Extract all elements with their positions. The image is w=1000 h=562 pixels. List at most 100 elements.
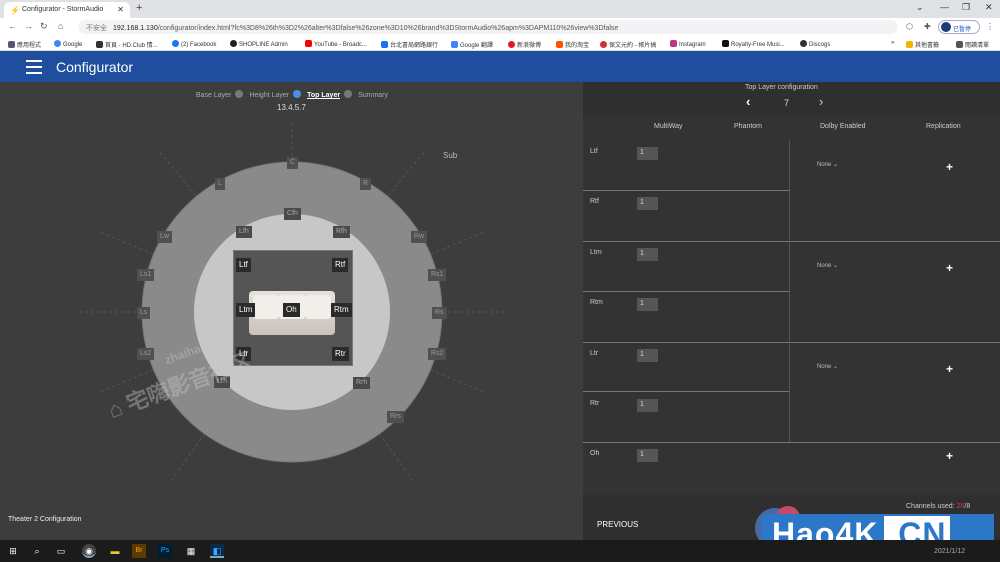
new-tab-button[interactable]: + xyxy=(136,2,142,14)
dolby-select-middle[interactable]: None ⌄ xyxy=(817,262,838,269)
url-host: 192.168.1.130 xyxy=(112,25,158,32)
bookmarks-overflow[interactable]: » xyxy=(891,40,894,46)
app-icon[interactable]: ◧ xyxy=(210,544,224,558)
channels-used: Channels used: 26/8 xyxy=(906,503,971,510)
windows-start-icon[interactable]: ⊞ xyxy=(6,544,20,558)
bookmark-bank[interactable]: 台北書局網路銀行 xyxy=(381,40,438,49)
config-prev-icon[interactable]: ‹ xyxy=(746,94,750,109)
speaker-rs1[interactable]: Rs1 xyxy=(428,269,447,281)
layer-top[interactable]: Top Layer xyxy=(307,92,340,99)
bridge-icon[interactable]: Br xyxy=(132,544,146,558)
speaker-rw[interactable]: Rw xyxy=(411,231,428,243)
bookmark-weibo[interactable]: 新浪微博 xyxy=(508,40,541,49)
task-view-icon[interactable]: ▭ xyxy=(54,544,68,558)
bookmark-reading-list[interactable]: 閱讀清單 xyxy=(956,40,989,49)
menu-kebab-icon[interactable]: ⋮ xyxy=(986,22,994,31)
media-icon[interactable]: ▦ xyxy=(184,544,198,558)
windows-taskbar: ⊞ ⌕ ▭ ◉ ▬ Br Ps ▦ ◧ 2021/1/12 xyxy=(0,540,1000,562)
home-icon[interactable]: ⌂ xyxy=(58,21,63,31)
taskbar-clock: 2021/1/12 xyxy=(934,548,966,555)
speaker-rtr[interactable]: Rtr xyxy=(332,347,349,361)
bookmark-hdclub[interactable]: 首頁 - HD.Club 情... xyxy=(96,40,158,49)
minimize-button[interactable]: — xyxy=(940,2,949,12)
reload-icon[interactable]: ↻ xyxy=(40,21,48,32)
bookmark-other[interactable]: 其他書籤 xyxy=(906,40,939,49)
profile-button[interactable]: 已暫停 xyxy=(938,20,980,34)
speaker-ltf[interactable]: Ltf xyxy=(236,258,251,272)
tab-close-icon[interactable]: ✕ xyxy=(117,5,124,14)
speaker-ls[interactable]: Ls xyxy=(137,307,151,319)
speaker-sub[interactable]: Sub xyxy=(440,150,460,162)
previous-button[interactable]: PREVIOUS xyxy=(597,520,638,529)
layer-summary[interactable]: Summary xyxy=(358,92,388,99)
speaker-rs2[interactable]: Rs2 xyxy=(428,348,447,360)
layer-navigation: Base Layer Height Layer Top Layer Summary xyxy=(196,90,388,99)
speaker-lw[interactable]: Lw xyxy=(157,231,172,243)
bookmark-google[interactable]: Google xyxy=(54,40,82,48)
row-rtr-input[interactable]: 1 xyxy=(637,399,658,412)
row-rtf-input[interactable]: 1 xyxy=(637,197,658,210)
speaker-ls2[interactable]: Ls2 xyxy=(137,348,155,360)
bookmark-apps[interactable]: 應用程式 xyxy=(8,40,41,49)
replication-add-rear-button[interactable]: + xyxy=(946,362,953,376)
speaker-rtm[interactable]: Rtm xyxy=(331,303,352,317)
hamburger-menu-icon[interactable] xyxy=(26,60,42,74)
search-icon[interactable]: ⌕ xyxy=(30,544,44,558)
bookmark-discogs[interactable]: Discogs xyxy=(800,40,830,48)
bookmark-video[interactable]: 保文元約 - 帳片搞 xyxy=(600,40,656,49)
speaker-cfh[interactable]: Cfh xyxy=(284,208,301,220)
speaker-lfh[interactable]: Lfh xyxy=(236,226,252,238)
replication-add-front-button[interactable]: + xyxy=(946,160,953,174)
row-ltr-input[interactable]: 1 xyxy=(637,349,658,362)
url-input[interactable]: 不安全 192.168.1.130/configurator/index.htm… xyxy=(78,20,898,34)
close-window-button[interactable]: ✕ xyxy=(985,2,993,13)
config-title: Top Layer configuration xyxy=(745,84,818,91)
speaker-r[interactable]: R xyxy=(360,178,372,190)
speaker-rrh[interactable]: Rrh xyxy=(353,377,371,389)
photoshop-icon[interactable]: Ps xyxy=(158,544,172,558)
avatar xyxy=(941,22,951,32)
forward-icon[interactable]: → xyxy=(24,21,33,31)
layer-top-dot[interactable] xyxy=(344,90,353,98)
bookmark-translate[interactable]: Google 翻譯 xyxy=(451,40,493,49)
speaker-ltm[interactable]: Ltm xyxy=(236,303,256,317)
maximize-button[interactable]: ❐ xyxy=(962,2,970,13)
bookmark-royalty-free[interactable]: Royalty-Free Musi... xyxy=(722,40,785,48)
dolby-select-rear[interactable]: None ⌄ xyxy=(817,363,838,370)
row-ltm-input[interactable]: 1 xyxy=(637,248,658,261)
tab-search-icon[interactable]: ⌄ xyxy=(916,2,924,13)
speaker-l[interactable]: L xyxy=(215,178,225,190)
row-ltf-input[interactable]: 1 xyxy=(637,147,658,160)
chrome-icon[interactable]: ◉ xyxy=(82,544,96,558)
extension-icon[interactable]: ⬡ xyxy=(906,22,913,31)
speaker-rfh[interactable]: Rfh xyxy=(333,226,350,238)
speaker-oh[interactable]: Oh xyxy=(283,303,300,317)
layer-height-dot[interactable] xyxy=(293,90,302,98)
browser-tab[interactable]: ⚡ Configurator - StormAudio ✕ xyxy=(4,2,130,18)
config-next-icon[interactable]: › xyxy=(819,94,823,109)
speaker-rs[interactable]: Rs xyxy=(432,307,447,319)
puzzle-icon[interactable]: ✚ xyxy=(924,22,931,31)
replication-add-oh-button[interactable]: + xyxy=(946,449,953,463)
layer-height[interactable]: Height Layer xyxy=(249,92,289,99)
layer-base-dot[interactable] xyxy=(235,90,244,98)
row-rtr-label: Rtr xyxy=(590,400,600,407)
back-icon[interactable]: ← xyxy=(8,21,17,31)
bookmark-youtube[interactable]: YouTube - Broadc... xyxy=(305,40,367,48)
layer-base[interactable]: Base Layer xyxy=(196,92,231,99)
replication-add-middle-button[interactable]: + xyxy=(946,261,953,275)
bookmark-taobao[interactable]: 我的淘宝 xyxy=(556,40,589,49)
speaker-rtf[interactable]: Rtf xyxy=(332,258,349,272)
row-oh-input[interactable]: 1 xyxy=(637,449,658,462)
speaker-ls1[interactable]: Ls1 xyxy=(137,269,155,281)
bookmark-facebook[interactable]: (2) Facebook xyxy=(172,40,216,48)
file-explorer-icon[interactable]: ▬ xyxy=(108,544,122,558)
dolby-select-front[interactable]: None ⌄ xyxy=(817,161,838,168)
version-label: 13.4.5.7 xyxy=(277,103,306,112)
bookmarks-bar: 應用程式 Google 首頁 - HD.Club 情... (2) Facebo… xyxy=(0,36,1000,51)
speaker-rrs[interactable]: Rrs xyxy=(387,411,404,423)
bookmark-instagram[interactable]: Instagram xyxy=(670,40,706,48)
row-rtm-input[interactable]: 1 xyxy=(637,298,658,311)
speaker-c[interactable]: C xyxy=(287,157,299,169)
bookmark-shopline[interactable]: SHOPLINE Admin xyxy=(230,40,288,48)
